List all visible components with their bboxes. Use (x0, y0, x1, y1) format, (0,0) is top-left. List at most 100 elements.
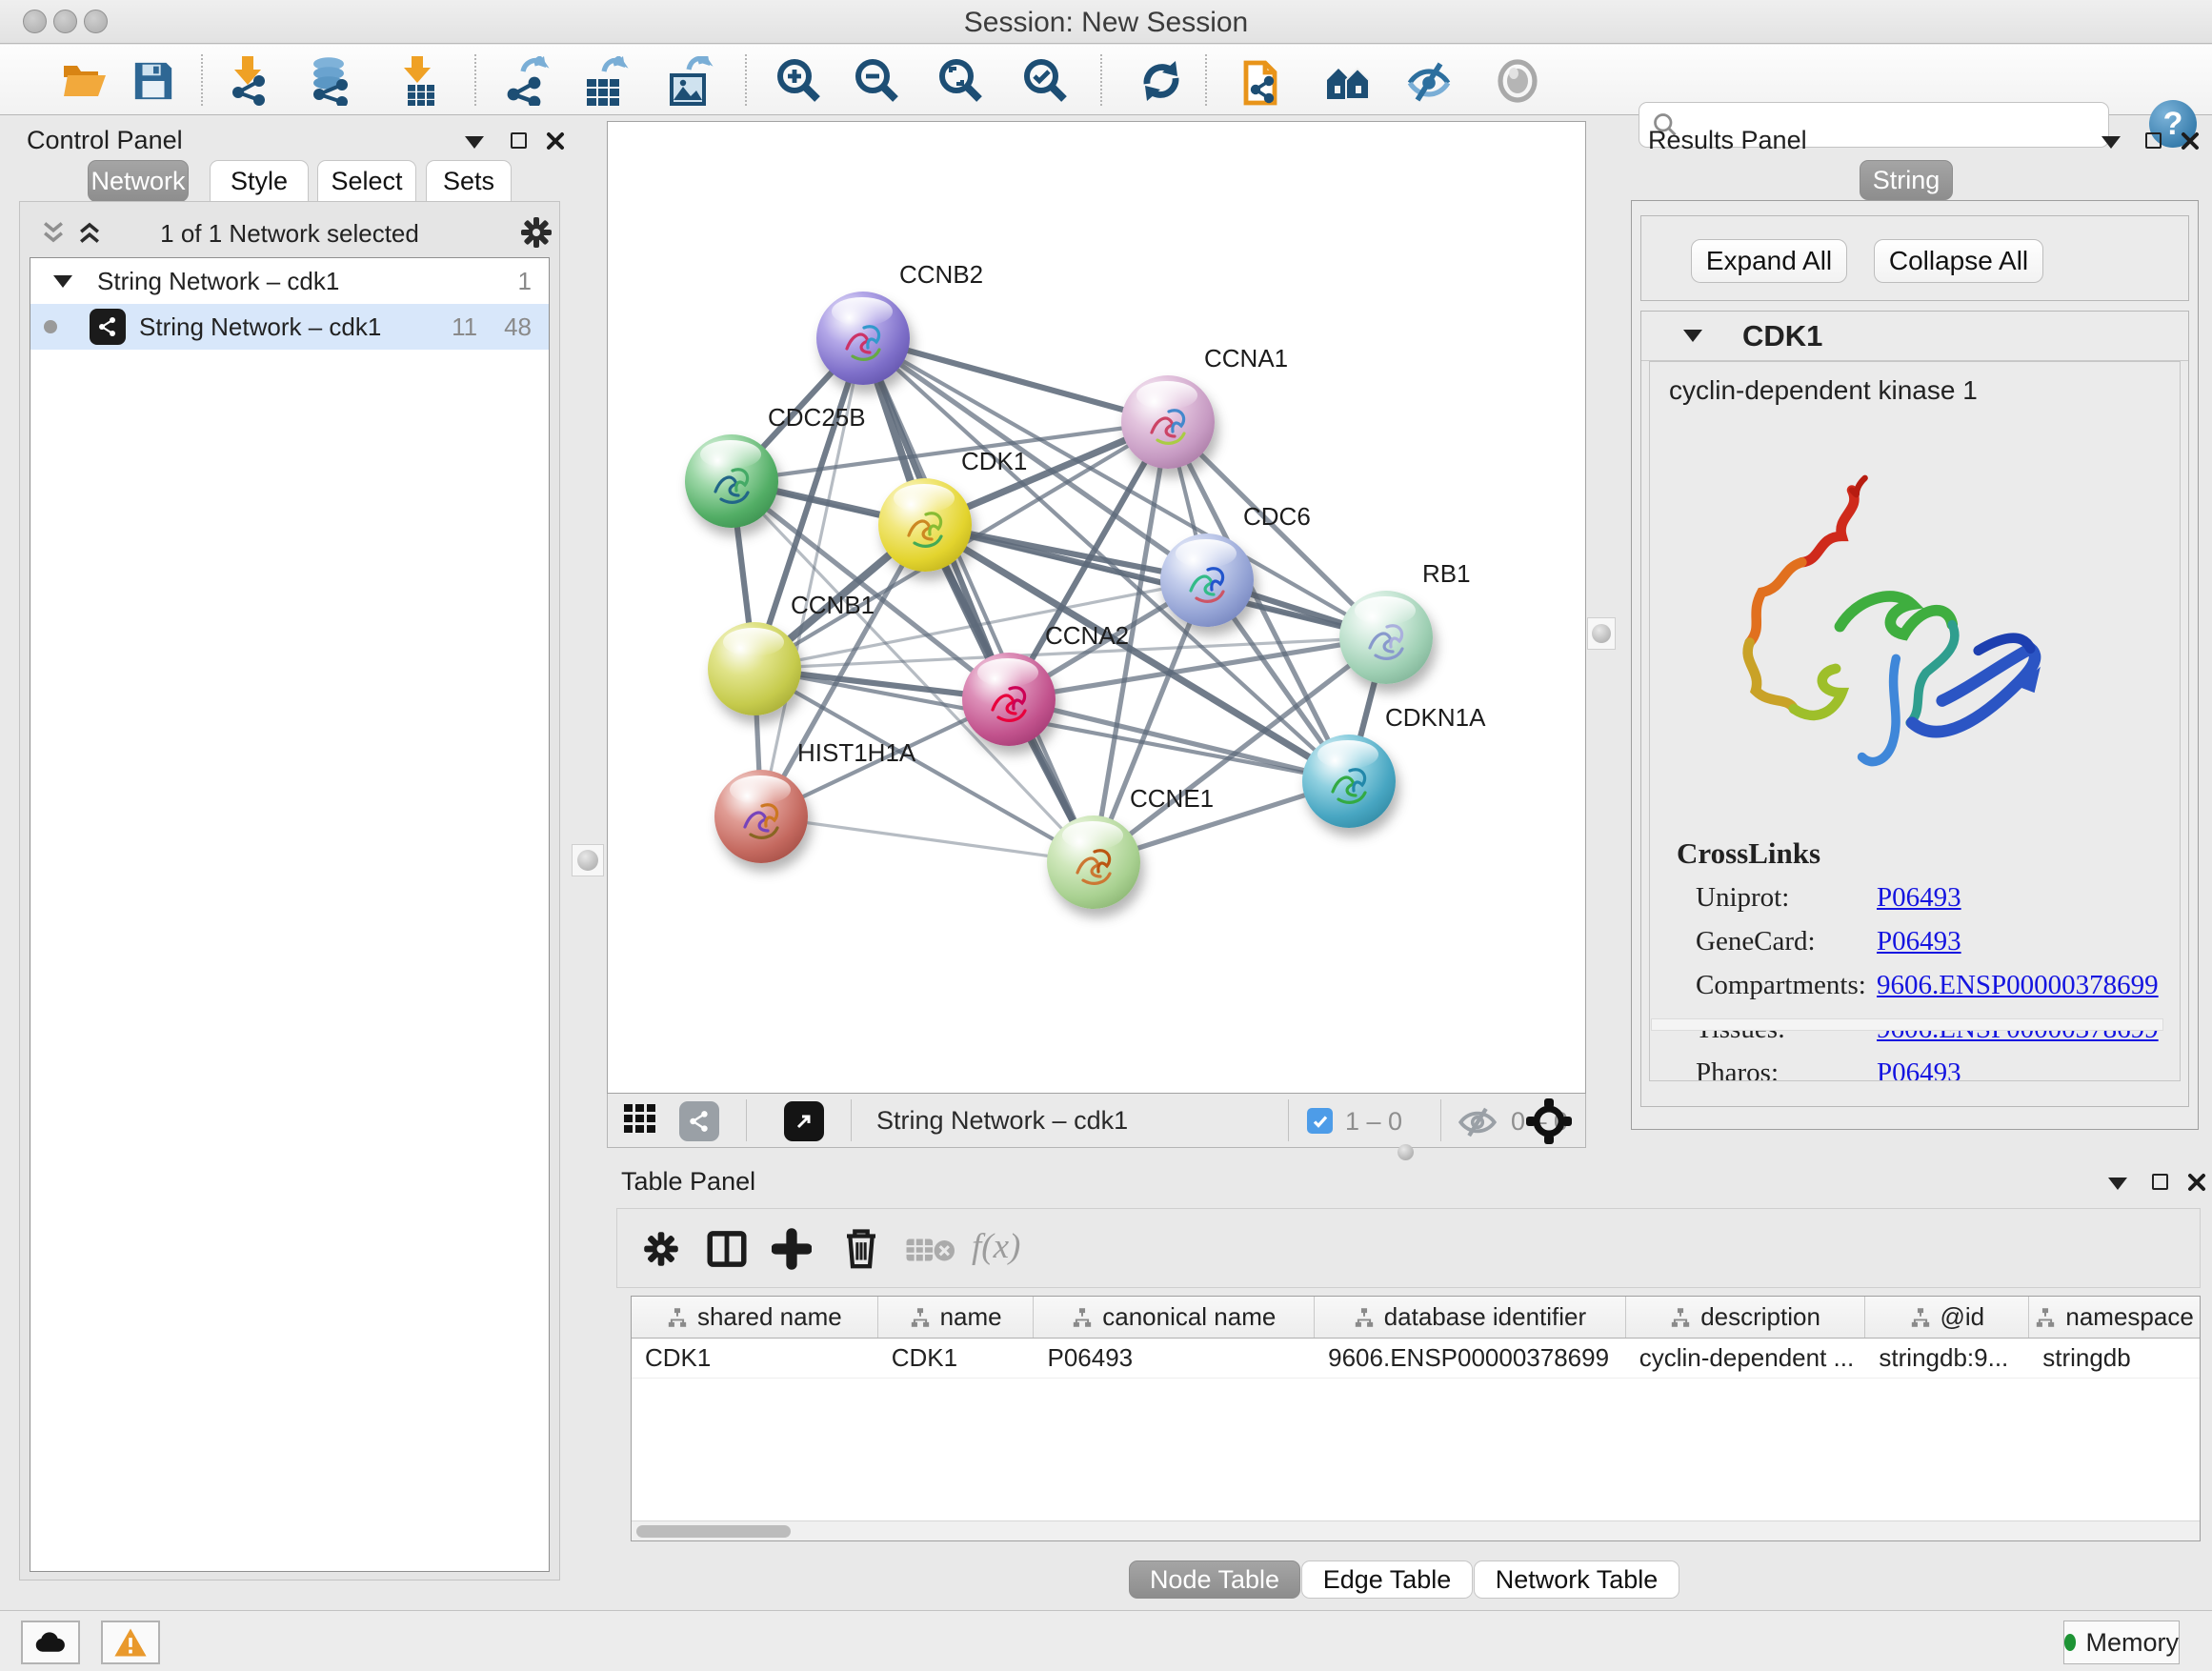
network-node-cdc6[interactable] (1160, 534, 1254, 627)
crosslink-value[interactable]: P06493 (1877, 926, 1961, 957)
string-results-controls: Expand All Collapse All (1640, 215, 2189, 301)
import-network-database-button[interactable] (305, 56, 354, 106)
control-panel-close-icon[interactable] (545, 131, 566, 151)
network-edge[interactable] (761, 816, 1094, 862)
zoom-fit-button[interactable] (936, 56, 986, 106)
network-node-ccnb2[interactable] (816, 292, 910, 385)
memory-button[interactable]: Memory (2063, 1621, 2180, 1664)
tab-sets-label: Sets (443, 167, 494, 196)
network-node-cdk1[interactable] (878, 478, 972, 572)
delete-column-trash-icon[interactable] (842, 1226, 880, 1270)
horizontal-splitter[interactable] (607, 1148, 2212, 1158)
network-node-ccnb1[interactable] (708, 622, 801, 715)
collapse-all-button[interactable]: Collapse All (1874, 239, 2043, 283)
cdk1-section-header[interactable]: CDK1 (1641, 312, 2188, 361)
crosslink-label: Compartments: (1696, 970, 1866, 1001)
string-view-icon[interactable] (679, 1101, 719, 1141)
table-panel-close-icon[interactable] (2186, 1172, 2207, 1193)
tab-network-table[interactable]: Network Table (1474, 1560, 1679, 1599)
collection-expander-icon[interactable] (53, 275, 72, 288)
first-neighbors-button[interactable] (1323, 56, 1373, 106)
export-image-button[interactable] (665, 56, 714, 106)
open-session-button[interactable] (60, 56, 110, 106)
network-node-cdc25b[interactable] (685, 434, 778, 528)
network-node-ccne1[interactable] (1047, 815, 1140, 909)
selected-nodes-checkbox[interactable] (1307, 1108, 1333, 1134)
left-splitter-handle[interactable] (572, 844, 604, 876)
hide-selection-button[interactable] (1404, 56, 1454, 106)
network-node-ccna2[interactable] (962, 653, 1056, 746)
import-network-file-button[interactable] (224, 56, 273, 106)
table-row[interactable]: CDK1 CDK1 P06493 9606.ENSP00000378699 cy… (632, 1339, 2200, 1379)
title-bar: Session: New Session (0, 0, 2212, 44)
table-toolbar: f(x) (616, 1208, 2201, 1288)
table-horizontal-scrollbar[interactable] (632, 1520, 2200, 1540)
hidden-eye-icon[interactable] (1456, 1105, 1499, 1139)
tab-network[interactable]: Network (88, 160, 189, 202)
node-label-ccne1: CCNE1 (1130, 784, 1214, 814)
show-all-eye-icon (1495, 58, 1540, 104)
warnings-button[interactable] (101, 1621, 160, 1664)
collection-count: 1 (518, 267, 532, 296)
control-panel-float-icon[interactable] (511, 132, 527, 149)
tab-sets[interactable]: Sets (426, 160, 512, 202)
export-network-button[interactable] (503, 56, 553, 106)
network-row[interactable]: String Network – cdk1 11 48 (30, 304, 549, 350)
crosslink-value[interactable]: P06493 (1877, 882, 1961, 914)
column-header[interactable]: shared name (632, 1297, 878, 1338)
scrollbar-thumb[interactable] (636, 1525, 791, 1538)
column-header[interactable]: description (1626, 1297, 1866, 1338)
network-options-gear-icon[interactable] (519, 215, 553, 250)
table-panel-menu-icon[interactable] (2108, 1178, 2127, 1190)
network-node-rb1[interactable] (1339, 591, 1433, 684)
cdk1-expander-icon[interactable] (1683, 330, 1702, 342)
results-panel-float-icon[interactable] (2145, 132, 2162, 149)
tab-edge-table-label: Edge Table (1323, 1565, 1452, 1595)
network-node-cdkn1a[interactable] (1302, 735, 1396, 828)
column-header[interactable]: canonical name (1034, 1297, 1315, 1338)
column-header[interactable]: database identifier (1315, 1297, 1626, 1338)
save-session-button[interactable] (129, 56, 178, 106)
column-header[interactable]: namespace (2029, 1297, 2200, 1338)
zoom-out-button[interactable] (853, 56, 902, 106)
refresh-button[interactable] (1136, 56, 1186, 106)
node-gloss (723, 628, 784, 656)
results-scrollbar[interactable] (1651, 1018, 2163, 1031)
export-table-button[interactable] (580, 56, 630, 106)
crosslink-value[interactable]: 9606.ENSP00000378699 (1877, 970, 2159, 1001)
column-label: name (940, 1302, 1002, 1332)
grid-view-icon[interactable] (624, 1104, 658, 1137)
open-in-window-icon[interactable] (784, 1101, 824, 1141)
cloud-button[interactable] (21, 1621, 80, 1664)
show-columns-icon[interactable] (707, 1230, 747, 1268)
tab-select[interactable]: Select (317, 160, 416, 202)
results-panel-close-icon[interactable] (2180, 131, 2201, 151)
tab-style[interactable]: Style (210, 160, 309, 202)
show-all-button[interactable] (1493, 56, 1542, 106)
toolbar-separator (745, 54, 747, 106)
right-splitter-handle[interactable] (1587, 617, 1616, 650)
import-table-button[interactable] (393, 56, 443, 106)
tab-string[interactable]: String (1860, 160, 1953, 200)
crosslink-value[interactable]: P06493 (1877, 1057, 1961, 1081)
control-panel-menu-icon[interactable] (465, 136, 484, 149)
network-canvas[interactable]: CCNB2CCNA1CDC25BCDK1CDC6RB1CCNB1CCNA2CDK… (607, 121, 1586, 1094)
network-collection-row[interactable]: String Network – cdk1 1 (30, 258, 549, 304)
new-network-from-selection-button[interactable] (1239, 56, 1289, 106)
results-panel-menu-icon[interactable] (2101, 136, 2121, 149)
fit-content-crosshair-icon[interactable] (1524, 1097, 1574, 1146)
column-header[interactable]: @id (1865, 1297, 2029, 1338)
network-node-ccna1[interactable] (1121, 375, 1215, 469)
tab-network-label: Network (90, 167, 185, 196)
column-header[interactable]: name (878, 1297, 1035, 1338)
expand-all-button[interactable]: Expand All (1691, 239, 1847, 283)
memory-status-dot (2064, 1634, 2076, 1651)
tab-node-table[interactable]: Node Table (1129, 1560, 1300, 1599)
table-settings-gear-icon[interactable] (642, 1230, 680, 1268)
add-column-plus-icon[interactable] (772, 1228, 812, 1270)
zoom-selected-button[interactable] (1021, 56, 1071, 106)
tab-edge-table[interactable]: Edge Table (1301, 1560, 1473, 1599)
zoom-in-button[interactable] (774, 56, 824, 106)
table-panel-float-icon[interactable] (2152, 1174, 2168, 1190)
network-node-hist1h1a[interactable] (714, 770, 808, 863)
